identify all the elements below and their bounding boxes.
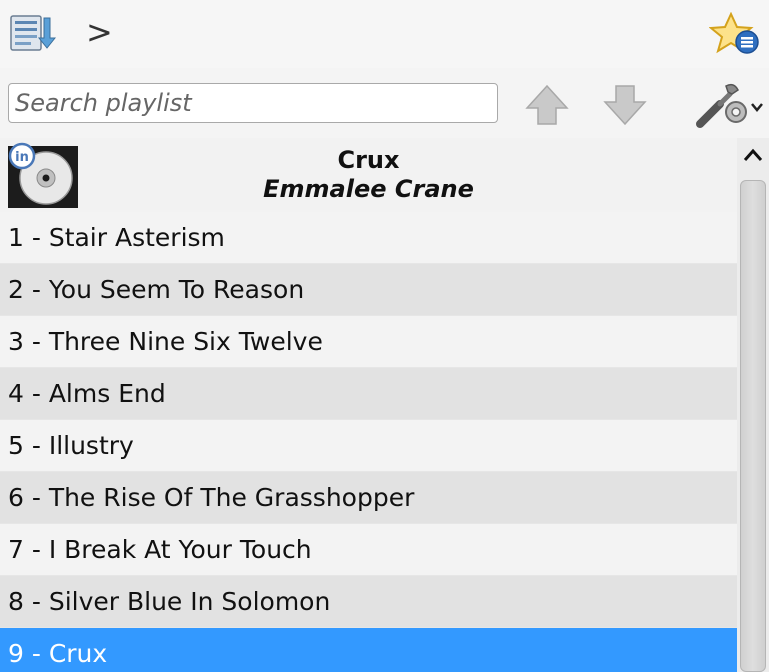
playlist-icon[interactable]	[10, 14, 56, 52]
vertical-scrollbar[interactable]	[737, 138, 769, 672]
track-row[interactable]: 7 - I Break At Your Touch	[0, 524, 737, 576]
track-row[interactable]: 1 - Stair Asterism	[0, 212, 737, 264]
track-row[interactable]: 3 - Three Nine Six Twelve	[0, 316, 737, 368]
album-title: Crux	[337, 146, 400, 174]
track-row-selected[interactable]: 9 - Crux	[0, 628, 737, 672]
track-row[interactable]: 6 - The Rise Of The Grasshopper	[0, 472, 737, 524]
star-list-icon[interactable]	[709, 12, 761, 56]
album-artist: Emmalee Crane	[263, 175, 474, 203]
playlist-window: > Search playlist in Crux Emmalee Crane …	[0, 0, 769, 672]
track-row[interactable]: 2 - You Seem To Reason	[0, 264, 737, 316]
search-row	[0, 78, 769, 134]
breadcrumb-arrow[interactable]: >	[86, 13, 113, 51]
search-input[interactable]	[8, 83, 498, 123]
down-arrow-icon[interactable]	[600, 80, 650, 130]
playlist-list[interactable]: in Crux Emmalee Crane 1 - Stair Asterism…	[0, 138, 737, 672]
track-row[interactable]: 4 - Alms End	[0, 368, 737, 420]
track-row[interactable]: 8 - Silver Blue In Solomon	[0, 576, 737, 628]
track-list: 1 - Stair Asterism 2 - You Seem To Reaso…	[0, 212, 737, 672]
top-toolbar: >	[0, 0, 769, 68]
album-header[interactable]: in Crux Emmalee Crane	[0, 138, 737, 212]
tools-icon[interactable]	[690, 78, 769, 134]
track-row[interactable]: 5 - Illustry	[0, 420, 737, 472]
up-arrow-icon[interactable]	[522, 80, 572, 130]
scroll-up-icon[interactable]	[737, 138, 769, 172]
scrollbar-thumb[interactable]	[740, 180, 766, 672]
